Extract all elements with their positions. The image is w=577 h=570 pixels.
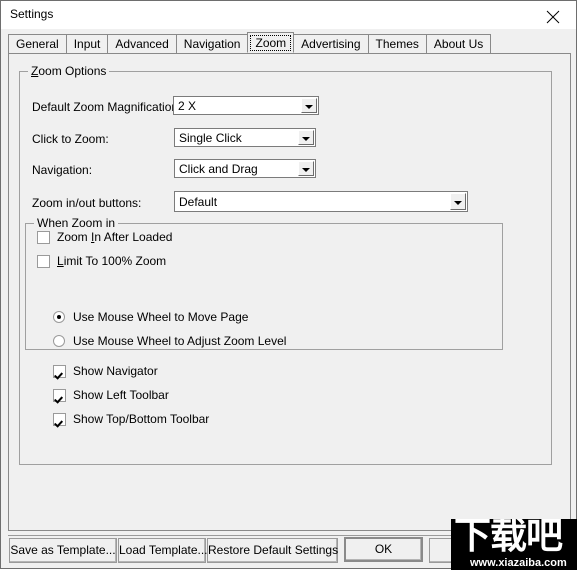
checkbox-box[interactable] — [53, 413, 66, 426]
combo-value: Default — [179, 195, 218, 209]
checkbox-box[interactable] — [53, 389, 66, 402]
combo-value: 2 X — [178, 99, 197, 113]
radio-label: Use Mouse Wheel to Adjust Zoom Level — [73, 334, 287, 348]
radio-box[interactable] — [53, 335, 65, 347]
tab-about-us[interactable]: About Us — [425, 34, 492, 53]
tab-zoom[interactable]: Zoom — [247, 32, 295, 53]
combo-value: Single Click — [179, 131, 242, 145]
chevron-down-icon[interactable] — [298, 130, 314, 145]
label-default-zoom-magnification: Default Zoom Magnification: — [32, 100, 182, 114]
checkbox-label: Show Top/Bottom Toolbar — [73, 412, 210, 426]
label-zoom-in-out-buttons: Zoom in/out buttons: — [32, 196, 142, 210]
tab-label: Zoom — [255, 36, 287, 50]
load-template-button[interactable]: Load Template... — [118, 538, 208, 563]
tab-label: General — [16, 37, 59, 51]
label-navigation: Navigation: — [32, 163, 93, 177]
watermark-url: www.xiazaiba.com — [470, 557, 567, 569]
zoom-options-group-title: Zoom Options — [28, 64, 110, 78]
combo-navigation[interactable]: Click and Drag — [174, 159, 316, 178]
radio-label: Use Mouse Wheel to Move Page — [73, 310, 249, 324]
combo-click-to-zoom[interactable]: Single Click — [174, 128, 316, 147]
tab-strip: General Input Advanced Navigation Zoom Advert… — [8, 32, 492, 54]
checkbox-box[interactable] — [53, 365, 66, 378]
tab-advanced[interactable]: Advanced — [107, 34, 177, 53]
window-title: Settings — [10, 7, 54, 21]
tab-label: Input — [73, 37, 101, 51]
watermark-overlay: 下载吧 www.xiazaiba.com — [451, 519, 577, 570]
close-icon[interactable] — [530, 1, 576, 29]
tab-input[interactable]: Input — [65, 34, 109, 53]
title-bar: Settings — [1, 1, 576, 29]
when-zoom-in-group-title: When Zoom in — [34, 217, 119, 230]
settings-window: Settings General Input Advanced Navigation Z… — [0, 0, 577, 570]
restore-default-settings-button[interactable]: Restore Default Settings — [207, 538, 338, 563]
ok-button[interactable]: OK — [344, 537, 423, 562]
tab-label: Advanced — [115, 37, 169, 51]
save-as-template-button[interactable]: Save as Template... — [9, 538, 117, 563]
combo-default-zoom-magnification[interactable]: 2 X — [173, 96, 319, 115]
chevron-down-icon[interactable] — [450, 193, 466, 210]
when-zoom-in-group: When Zoom in — [25, 217, 503, 350]
group-title-rest: oom Options — [38, 64, 107, 78]
tab-label: Advertising — [301, 37, 361, 51]
tab-label: About Us — [433, 37, 484, 51]
tab-general[interactable]: General — [8, 34, 67, 53]
label-click-to-zoom: Click to Zoom: — [32, 132, 109, 146]
checkbox-label: Show Navigator — [73, 364, 158, 378]
tab-themes[interactable]: Themes — [367, 34, 427, 53]
tab-navigation[interactable]: Navigation — [175, 34, 249, 53]
tab-label: Navigation — [183, 37, 241, 51]
tab-label: Themes — [375, 37, 419, 51]
combo-zoom-in-out-buttons[interactable]: Default — [174, 191, 468, 212]
radio-box[interactable] — [53, 311, 65, 323]
watermark-logo-text: 下载吧 — [454, 519, 563, 557]
combo-value: Click and Drag — [179, 162, 258, 176]
chevron-down-icon[interactable] — [298, 161, 314, 176]
tab-advertising[interactable]: Advertising — [293, 34, 369, 53]
checkbox-label: Show Left Toolbar — [73, 388, 169, 402]
chevron-down-icon[interactable] — [301, 98, 317, 113]
